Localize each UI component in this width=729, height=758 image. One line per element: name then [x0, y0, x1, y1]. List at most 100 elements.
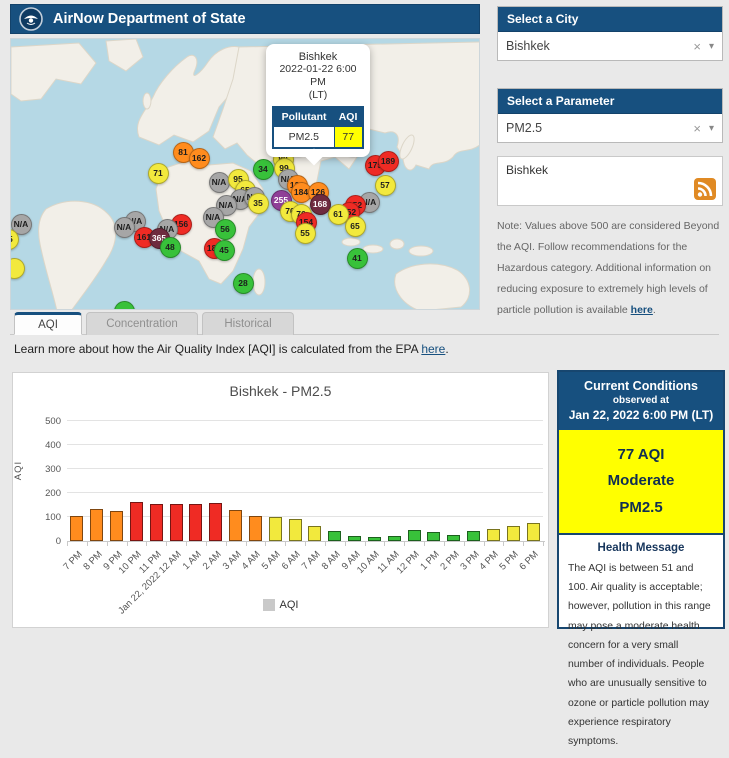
- popup-table: Pollutant AQI PM2.5 77: [272, 106, 364, 149]
- chart-bar[interactable]: [130, 502, 143, 541]
- parameter-select-title: Select a Parameter: [498, 89, 722, 114]
- map-marker[interactable]: 41: [347, 248, 368, 269]
- map-marker[interactable]: N/A: [114, 217, 135, 238]
- conditions-header: Current Conditions observed at Jan 22, 2…: [559, 372, 723, 430]
- chart-bar[interactable]: [229, 510, 242, 541]
- chart-x-tick: [444, 541, 445, 546]
- chart-bar[interactable]: [110, 511, 123, 541]
- tab-historical[interactable]: Historical: [202, 312, 294, 335]
- tab-aqi[interactable]: AQI: [14, 312, 82, 335]
- popup-datetime: 2022-01-22 6:00 PM: [272, 63, 364, 89]
- chart-bar[interactable]: [408, 530, 421, 541]
- legend-label: AQI: [280, 599, 299, 611]
- parameter-caret-icon[interactable]: ▾: [709, 123, 714, 134]
- chart-x-tick: [87, 541, 88, 546]
- chart-x-tick: [503, 541, 504, 546]
- chart-x-tick: [384, 541, 385, 546]
- chart-x-tick: [265, 541, 266, 546]
- parameter-clear-icon[interactable]: ×: [685, 121, 709, 136]
- conditions-datetime: Jan 22, 2022 6:00 PM (LT): [563, 408, 719, 422]
- chart-x-tick: [523, 541, 524, 546]
- rss-feed-box: Bishkek: [497, 156, 723, 206]
- tab-concentration[interactable]: Concentration: [86, 312, 198, 335]
- map-marker[interactable]: [10, 258, 25, 279]
- chart-x-tick: [246, 541, 247, 546]
- city-select[interactable]: Bishkek × ▾: [498, 32, 722, 60]
- learn-more-text: Learn more about how the Air Quality Ind…: [14, 342, 449, 356]
- app-header: AirNow Department of State: [10, 4, 480, 34]
- world-aqi-map[interactable]: 8116271N/A9565N/AN/A35N/AN/AN/A156N/A161…: [10, 38, 480, 310]
- map-marker[interactable]: 28: [233, 273, 254, 294]
- chart-bar[interactable]: [170, 504, 183, 541]
- note-text: Note: Values above 500 are considered Be…: [497, 220, 719, 316]
- map-marker[interactable]: 45: [214, 240, 235, 261]
- map-marker[interactable]: 65: [345, 216, 366, 237]
- chart-bar[interactable]: [527, 523, 540, 541]
- us-state-seal-icon: [19, 7, 43, 31]
- chart-bar[interactable]: [209, 503, 222, 541]
- chart-x-tick: [543, 541, 544, 546]
- chart-bar[interactable]: [269, 517, 282, 541]
- chart-x-tick: [404, 541, 405, 546]
- chart-bar[interactable]: [427, 532, 440, 541]
- map-marker[interactable]: 34: [253, 159, 274, 180]
- map-marker[interactable]: N/A: [209, 172, 230, 193]
- current-conditions-panel: Current Conditions observed at Jan 22, 2…: [557, 370, 725, 629]
- chart-bar[interactable]: [249, 516, 262, 541]
- city-select-box: Select a City Bishkek × ▾: [497, 6, 723, 61]
- chart-bar[interactable]: [487, 529, 500, 541]
- chart-y-tick-label: 500: [21, 416, 61, 427]
- map-marker[interactable]: 189: [378, 151, 399, 172]
- map-marker[interactable]: 162: [189, 148, 210, 169]
- parameter-select[interactable]: PM2.5 × ▾: [498, 114, 722, 142]
- chart-bar[interactable]: [308, 526, 321, 541]
- rss-city-text: Bishkek: [506, 163, 548, 177]
- chart-x-tick: [484, 541, 485, 546]
- aqi-note: Note: Values above 500 are considered Be…: [497, 216, 723, 321]
- epa-here-link[interactable]: here: [421, 342, 445, 356]
- map-marker[interactable]: 55: [295, 223, 316, 244]
- conditions-aqi-block: 77 AQI Moderate PM2.5: [559, 430, 723, 535]
- chart-y-tick-label: 300: [21, 464, 61, 475]
- map-marker[interactable]: 35: [248, 193, 269, 214]
- parameter-select-value: PM2.5: [506, 121, 685, 135]
- chart-x-tick: [107, 541, 108, 546]
- chart-gridline: [67, 492, 543, 493]
- health-message-section: Health Message The AQI is between 51 and…: [559, 535, 723, 758]
- map-popup: Bishkek 2022-01-22 6:00 PM (LT) Pollutan…: [266, 44, 370, 157]
- chart-y-tick-label: 200: [21, 488, 61, 499]
- map-marker[interactable]: 71: [148, 163, 169, 184]
- chart-x-tick: [325, 541, 326, 546]
- chart-bar[interactable]: [289, 519, 302, 541]
- popup-col-aqi: AQI: [334, 107, 363, 127]
- map-marker[interactable]: 57: [375, 175, 396, 196]
- legend-swatch: [263, 599, 275, 611]
- chart-gridline: [67, 420, 543, 421]
- chart-x-tick: [226, 541, 227, 546]
- chart-bar[interactable]: [150, 504, 163, 541]
- city-clear-icon[interactable]: ×: [685, 39, 709, 54]
- city-select-title: Select a City: [498, 7, 722, 32]
- city-caret-icon[interactable]: ▾: [709, 41, 714, 52]
- chart-gridline: [67, 444, 543, 445]
- chart-bar[interactable]: [70, 516, 83, 541]
- chart-y-tick-label: 100: [21, 512, 61, 523]
- chart-legend[interactable]: AQI: [13, 599, 548, 611]
- chart-bar[interactable]: [328, 531, 341, 541]
- conditions-aqi-value: 77 AQI: [563, 442, 719, 468]
- chart-x-tick: [305, 541, 306, 546]
- aqi-chart-panel: Bishkek - PM2.5 AQI 01002003004005007 PM…: [12, 372, 549, 628]
- chart-bar[interactable]: [189, 504, 202, 541]
- rss-icon[interactable]: [694, 178, 716, 200]
- chart-x-tick: [67, 541, 68, 546]
- tab-bar: AQI Concentration Historical: [10, 312, 719, 335]
- map-marker[interactable]: 48: [160, 237, 181, 258]
- chart-bar[interactable]: [507, 526, 520, 541]
- health-message-title: Health Message: [568, 542, 714, 554]
- map-marker[interactable]: 56: [215, 219, 236, 240]
- conditions-pollutant: PM2.5: [563, 495, 719, 521]
- city-select-value: Bishkek: [506, 39, 685, 53]
- conditions-category: Moderate: [563, 468, 719, 494]
- chart-bar[interactable]: [90, 509, 103, 541]
- chart-bar[interactable]: [467, 531, 480, 541]
